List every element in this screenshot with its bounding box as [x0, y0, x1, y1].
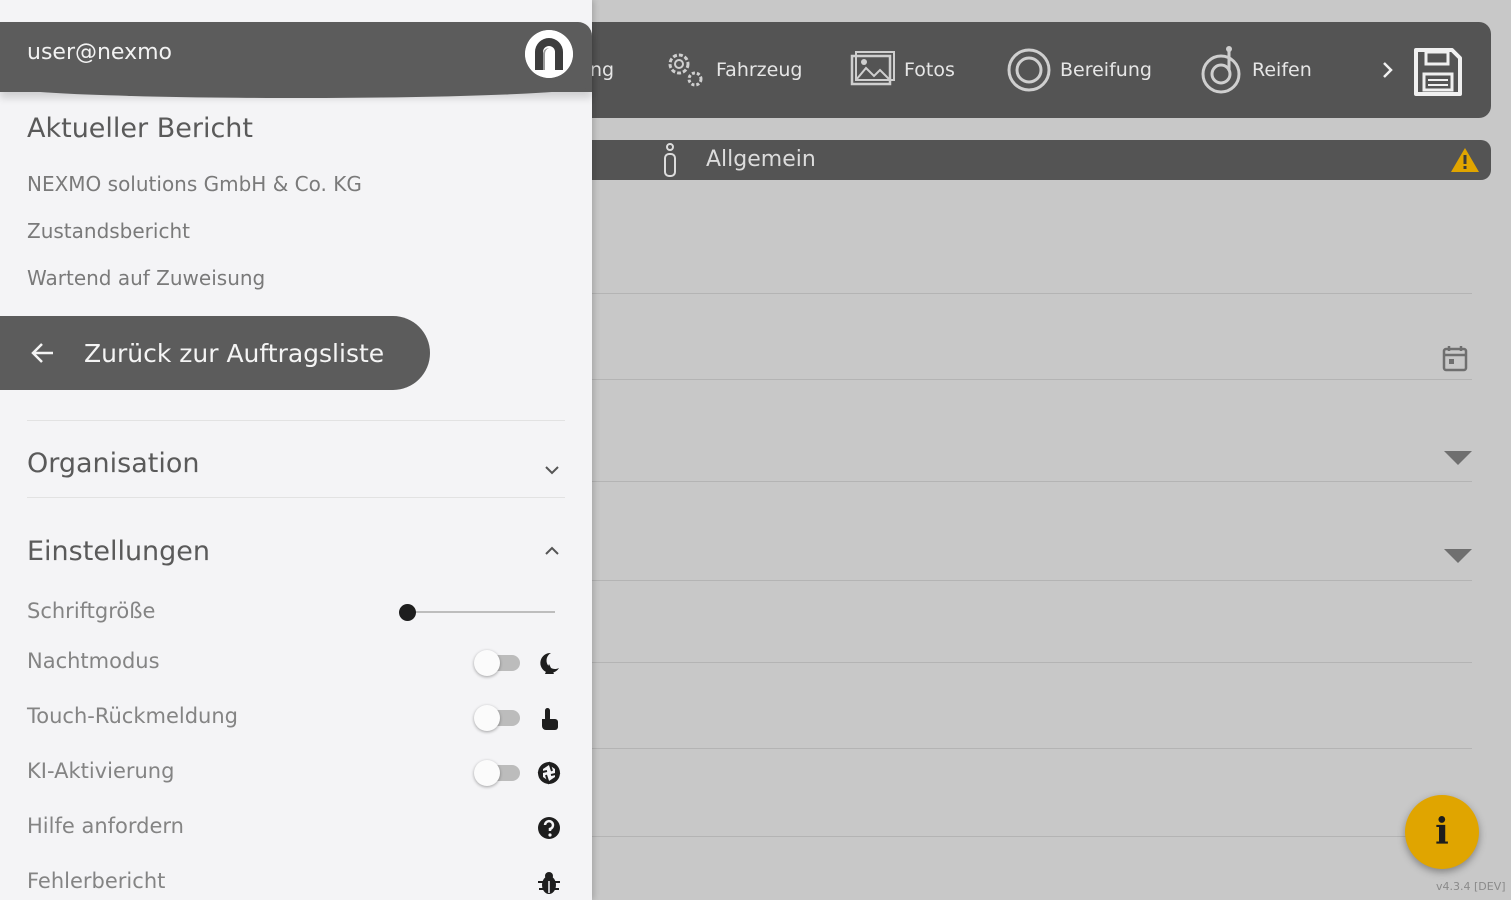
- warning-icon[interactable]: [1450, 147, 1480, 173]
- field-divider: [592, 481, 1472, 482]
- report-status: Wartend auf Zuweisung: [27, 266, 266, 290]
- current-report-title: Aktueller Bericht: [27, 113, 253, 144]
- nav-tab-fotos[interactable]: Fotos: [850, 22, 955, 118]
- nav-tab-partial-label: ng: [590, 59, 615, 81]
- aperture-icon: [537, 761, 561, 785]
- navigation-drawer: user@nexmo Aktueller Bericht NEXMO solut…: [0, 0, 592, 900]
- arrow-left-icon: [31, 343, 53, 363]
- tire-gauge-icon: [1201, 46, 1241, 94]
- save-button[interactable]: [1412, 46, 1464, 98]
- bug-report-label[interactable]: Fehlerbericht: [27, 869, 165, 893]
- nav-tab-reifen[interactable]: Reifen: [1198, 22, 1312, 118]
- field-divider: [592, 748, 1472, 749]
- nav-tab-partial[interactable]: ng: [590, 22, 614, 118]
- nav-tab-bereifung[interactable]: Bereifung: [1006, 22, 1152, 118]
- field-divider: [592, 293, 1472, 294]
- tire-icon: [1007, 48, 1051, 92]
- accordion-organisation[interactable]: Organisation: [27, 448, 200, 479]
- ai-activation-label: KI-Aktivierung: [27, 759, 175, 783]
- back-to-orders-button[interactable]: Zurück zur Auftragsliste: [0, 316, 430, 390]
- night-mode-toggle[interactable]: [474, 650, 522, 676]
- top-navigation-bar: ng Fahrzeug Fotos Bereifung Reifen: [560, 22, 1491, 118]
- field-divider: [592, 379, 1472, 380]
- help-icon[interactable]: [536, 815, 562, 841]
- nav-tab-fotos-label: Fotos: [904, 59, 955, 81]
- nexmo-logo-icon: [525, 30, 573, 78]
- chevron-up-icon[interactable]: [543, 546, 561, 556]
- toggle-knob: [474, 760, 500, 786]
- nav-tab-bereifung-label: Bereifung: [1060, 59, 1152, 81]
- section-title: Allgemein: [706, 147, 816, 172]
- drawer-divider: [27, 420, 565, 421]
- nav-tab-fahrzeug-label: Fahrzeug: [716, 59, 803, 81]
- toggle-knob: [474, 650, 500, 676]
- user-header: user@nexmo: [0, 22, 592, 98]
- dropdown-arrow-icon[interactable]: [1444, 549, 1472, 563]
- ai-activation-toggle[interactable]: [474, 760, 522, 786]
- info-icon: [664, 143, 676, 177]
- back-to-orders-label: Zurück zur Auftragsliste: [84, 338, 385, 368]
- bug-icon[interactable]: [536, 870, 562, 896]
- user-email: user@nexmo: [27, 40, 172, 65]
- photos-icon: [850, 51, 895, 86]
- touch-feedback-toggle[interactable]: [474, 705, 522, 731]
- font-size-label: Schriftgröße: [27, 599, 156, 623]
- field-divider: [592, 580, 1472, 581]
- font-size-slider-track[interactable]: [407, 611, 555, 613]
- chevron-right-icon: [1383, 62, 1393, 78]
- info-fab-button[interactable]: i: [1405, 795, 1479, 869]
- field-divider: [592, 662, 1472, 663]
- version-label: v4.3.4 [DEV]: [1436, 880, 1506, 893]
- nav-tab-fahrzeug[interactable]: Fahrzeug: [662, 22, 802, 118]
- info-fab-label: i: [1435, 811, 1449, 853]
- night-mode-label: Nachtmodus: [27, 649, 160, 673]
- nav-next-button[interactable]: [1375, 52, 1401, 88]
- field-divider: [592, 836, 1472, 837]
- font-size-slider-handle[interactable]: [399, 604, 416, 621]
- save-icon: [1414, 48, 1462, 96]
- chevron-down-icon[interactable]: [543, 465, 561, 475]
- drawer-divider: [27, 497, 565, 498]
- calendar-icon[interactable]: [1442, 344, 1468, 372]
- accordion-settings[interactable]: Einstellungen: [27, 536, 210, 567]
- report-type: Zustandsbericht: [27, 219, 190, 243]
- dropdown-arrow-icon[interactable]: [1444, 451, 1472, 465]
- section-header[interactable]: Allgemein: [560, 140, 1491, 180]
- toggle-knob: [474, 705, 500, 731]
- touch-feedback-label: Touch-Rückmeldung: [27, 704, 239, 728]
- nav-tab-reifen-label: Reifen: [1252, 59, 1312, 81]
- gears-icon: [668, 53, 703, 87]
- help-request-label[interactable]: Hilfe anfordern: [27, 814, 184, 838]
- moon-icon: [540, 652, 559, 674]
- touch-hand-icon: [542, 708, 558, 730]
- report-company: NEXMO solutions GmbH & Co. KG: [27, 172, 362, 196]
